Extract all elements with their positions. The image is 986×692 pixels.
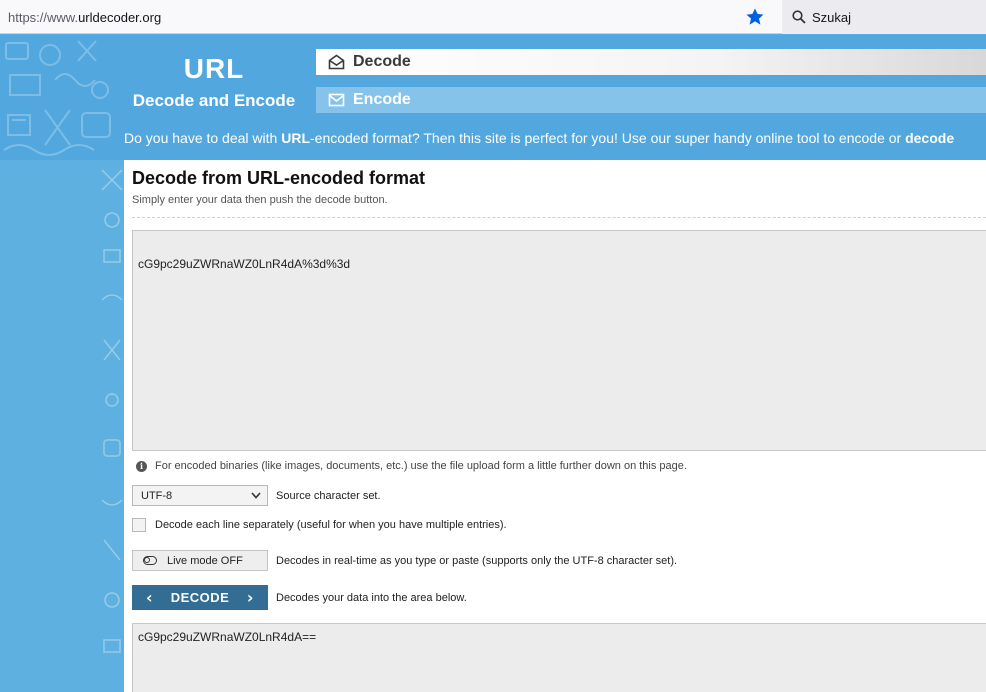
tagline-bold-2: decode [905,130,955,146]
site-logo[interactable]: URL Decode and Encode [124,53,304,111]
tab-decode-label: Decode [353,53,411,70]
binary-note: i For encoded binaries (like images, doc… [136,460,687,472]
address-bar[interactable]: https://www. urldecoder.org [0,0,772,34]
line-separate-row: Decode each line separately (useful for … [132,518,507,532]
bookmark-star-icon[interactable] [745,7,765,27]
info-icon: i [136,460,147,472]
live-mode-description: Decodes in real-time as you type or past… [276,554,678,567]
logo-subtitle: Decode and Encode [132,91,296,110]
chevron-right-icon: › [246,588,254,607]
charset-select[interactable]: UTF-8 [132,485,268,506]
page-subtitle: Simply enter your data then push the dec… [132,194,388,206]
envelope-icon [328,93,345,107]
decode-button-label: DECODE [170,590,230,605]
tab-encode-label: Encode [353,91,411,108]
charset-label: Source character set. [276,489,381,502]
decorative-pattern [3,40,111,156]
decode-button[interactable]: ‹ DECODE › [132,585,268,610]
url-prefix: https://www. [8,9,79,25]
decorative-stripe [101,169,123,653]
tagline: Do you have to deal with URL-encoded for… [124,130,986,146]
live-mode-row: Live mode OFF Decodes in real-time as yo… [132,550,677,571]
charset-selected: UTF-8 [141,489,173,502]
tab-decode[interactable]: Decode [316,49,986,75]
output-textarea[interactable]: cG9pc29uZWRnaWZ0LnR4dA== [132,623,986,692]
chevron-left-icon: ‹ [146,588,154,607]
logo-title: URL [183,53,245,84]
page-title: Decode from URL-encoded format [132,168,426,188]
search-placeholder: Szukaj [812,9,852,25]
live-mode-label: Live mode OFF [167,554,243,567]
tagline-bold-1: URL [281,130,310,146]
decode-lines-checkbox[interactable] [132,518,146,532]
main-content: Decode from URL-encoded format Simply en… [124,160,986,692]
search-input[interactable]: Szukaj [782,0,986,34]
envelope-open-icon [328,54,345,70]
charset-row: UTF-8 Source character set. [132,485,381,506]
live-mode-button[interactable]: Live mode OFF [132,550,268,571]
divider [132,217,986,218]
chevron-down-icon [251,492,261,499]
tagline-text-1: Do you have to deal with [124,130,282,146]
tab-encode[interactable]: Encode [316,87,986,113]
decode-description: Decodes your data into the area below. [276,591,467,604]
binary-note-text: For encoded binaries (like images, docum… [155,460,687,472]
toggle-icon [143,556,157,565]
page: URL Decode and Encode Decode Encode Do y… [0,35,986,692]
input-textarea[interactable]: cG9pc29uZWRnaWZ0LnR4dA%3d%3d [132,230,986,451]
url-host: urldecoder.org [78,9,162,25]
search-icon [792,10,806,24]
decode-row: ‹ DECODE › Decodes your data into the ar… [132,585,467,610]
decode-lines-label[interactable]: Decode each line separately (useful for … [155,519,507,531]
tagline-text-2: -encoded format? Then this site is perfe… [310,130,906,146]
browser-toolbar: https://www. urldecoder.org Szukaj [0,0,986,34]
